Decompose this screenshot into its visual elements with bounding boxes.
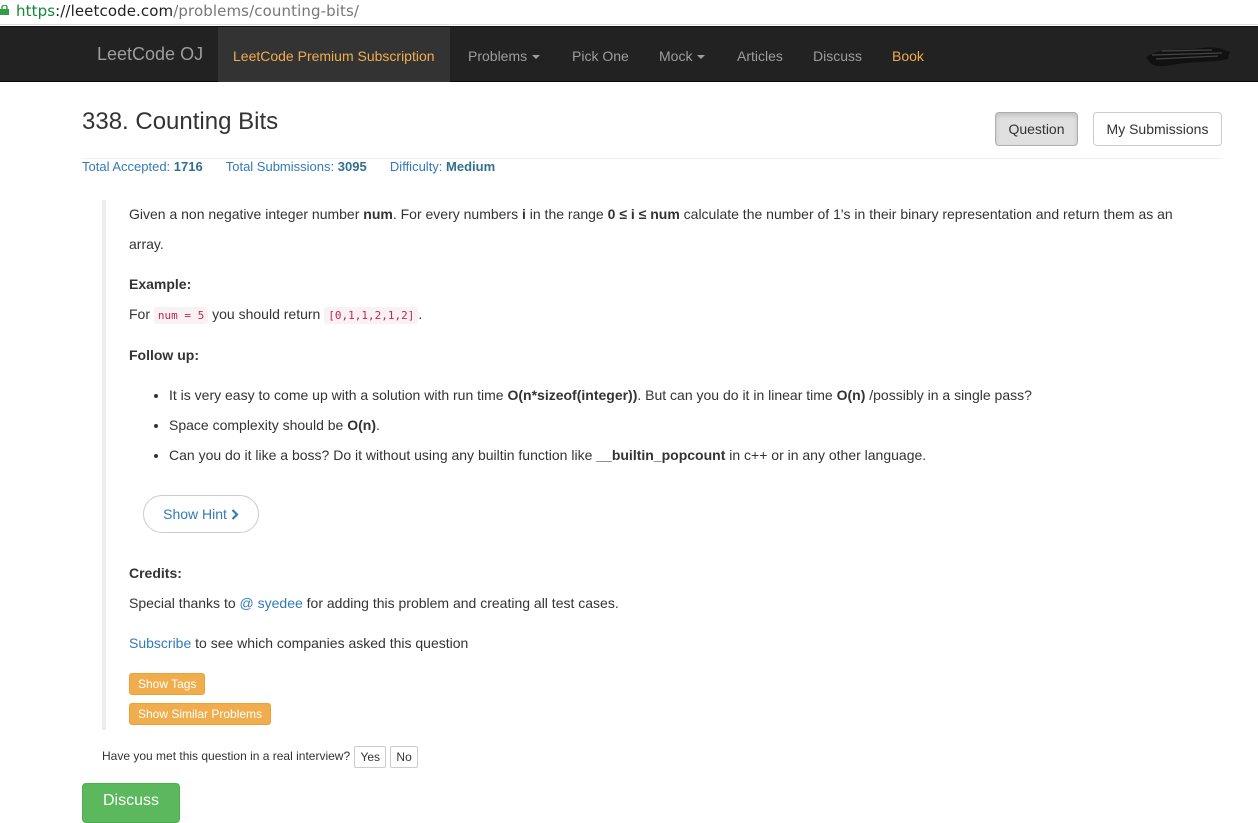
total-submissions-label: Total Submissions: <box>225 159 335 174</box>
nav-problems-label: Problems <box>468 48 528 64</box>
total-submissions-value: 3095 <box>337 159 367 174</box>
description-line-2: array. <box>129 236 164 252</box>
nav-pick-one[interactable]: Pick One <box>572 27 629 82</box>
show-hint-button[interactable]: Show Hint <box>143 495 259 533</box>
show-similar-problems-button[interactable]: Show Similar Problems <box>129 703 272 725</box>
followup-heading: Follow up: <box>129 347 199 363</box>
nav-mock[interactable]: Mock <box>659 27 706 82</box>
tab-my-submissions[interactable]: My Submissions <box>1093 112 1222 146</box>
discuss-button[interactable]: Discuss <box>82 783 180 823</box>
lock-icon <box>0 5 9 15</box>
nav-book[interactable]: Book <box>892 27 924 82</box>
nav-articles[interactable]: Articles <box>737 27 783 82</box>
example-heading: Example: <box>129 276 192 292</box>
credits-user-link[interactable]: @ syedee <box>240 595 303 611</box>
show-tags-button[interactable]: Show Tags <box>129 673 206 695</box>
problem-stats: Total Accepted: 1716 Total Submissions: … <box>82 159 495 174</box>
top-navbar: LeetCode OJ LeetCode Premium Subscriptio… <box>0 26 1258 82</box>
caret-down-icon <box>532 55 541 60</box>
nav-discuss[interactable]: Discuss <box>813 27 862 82</box>
brand-link[interactable]: LeetCode OJ <box>97 27 203 82</box>
page-title: 338. Counting Bits <box>82 108 279 135</box>
nav-mock-label: Mock <box>659 48 693 64</box>
nav-premium[interactable]: LeetCode Premium Subscription <box>218 27 450 82</box>
example-text: For num = 5 you should return [0,1,1,2,1… <box>129 306 423 324</box>
difficulty-value: Medium <box>446 159 496 174</box>
code-num: num = 5 <box>153 307 209 324</box>
difficulty-label: Difficulty: <box>389 159 443 174</box>
subscribe-link[interactable]: Subscribe <box>129 635 191 651</box>
caret-down-icon <box>697 55 706 60</box>
url-text: https://leetcode.com/problems/counting-b… <box>16 2 360 20</box>
list-item: It is very easy to come up with a soluti… <box>169 383 1032 413</box>
interview-prompt: Have you met this question in a real int… <box>102 746 418 768</box>
subscribe-text: Subscribe to see which companies asked t… <box>129 635 469 651</box>
user-avatar[interactable] <box>1142 43 1232 67</box>
address-bar[interactable]: https://leetcode.com/problems/counting-b… <box>0 0 1258 25</box>
yes-button[interactable]: Yes <box>354 746 387 768</box>
chevron-right-icon <box>231 509 239 520</box>
credits-text: Special thanks to @ syedee for adding th… <box>129 595 619 611</box>
code-result: [0,1,1,2,1,2] <box>324 307 419 324</box>
nav-problems[interactable]: Problems <box>468 27 541 82</box>
followup-list: It is very easy to come up with a soluti… <box>129 383 1032 473</box>
total-accepted-label: Total Accepted: <box>82 159 171 174</box>
no-button[interactable]: No <box>390 746 418 768</box>
show-hint-label: Show Hint <box>163 506 227 522</box>
credits-heading: Credits: <box>129 565 182 581</box>
question-description: Given a non negative integer number num.… <box>102 200 1216 730</box>
tab-question[interactable]: Question <box>995 112 1078 146</box>
list-item: Space complexity should be O(n). <box>169 413 1032 443</box>
description-line-1: Given a non negative integer number num.… <box>129 206 1173 222</box>
list-item: Can you do it like a boss? Do it without… <box>169 443 1032 473</box>
interview-question: Have you met this question in a real int… <box>102 749 351 764</box>
total-accepted-value: 1716 <box>173 159 203 174</box>
